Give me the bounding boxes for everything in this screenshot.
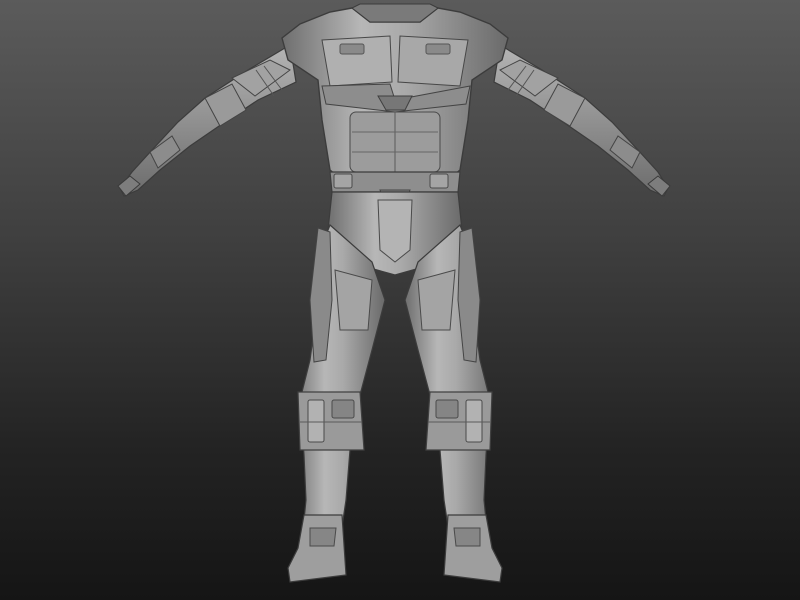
left-leg: [287, 223, 386, 583]
torso: [281, 3, 509, 191]
right-arm: [493, 44, 671, 197]
armor-model: [117, 3, 671, 583]
left-arm: [117, 44, 297, 197]
viewport-3d[interactable]: [0, 0, 800, 600]
right-leg: [404, 223, 503, 583]
